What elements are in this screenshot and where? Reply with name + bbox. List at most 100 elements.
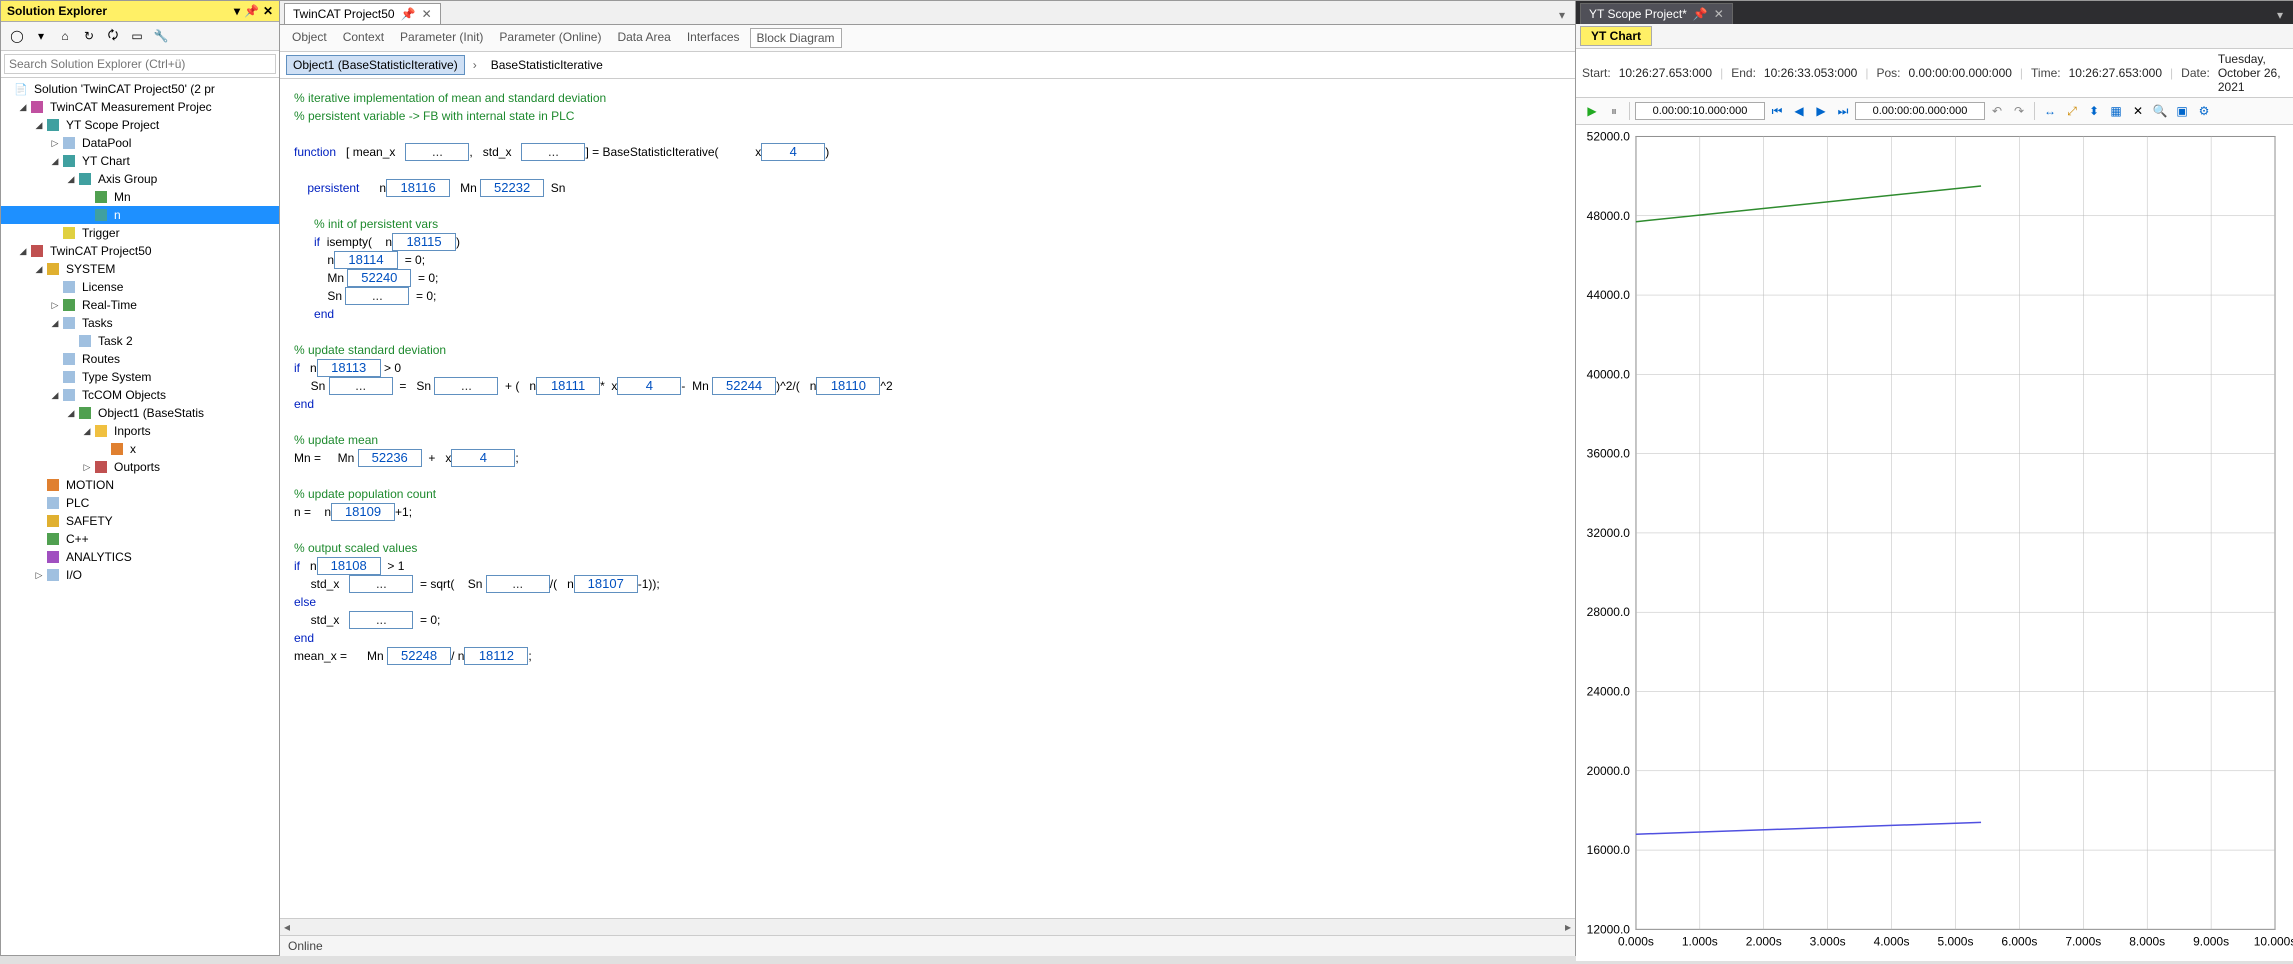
plc-node[interactable]: PLC — [1, 494, 279, 512]
code-editor[interactable]: % iterative implementation of mean and s… — [280, 79, 1575, 918]
value-box[interactable]: 18107 — [574, 575, 638, 593]
trigger-node[interactable]: Trigger — [1, 224, 279, 242]
scope-tab[interactable]: YT Scope Project* 📌 ✕ — [1580, 3, 1733, 24]
tab-context[interactable]: Context — [337, 28, 390, 48]
pan-icon[interactable]: ↔ — [2040, 101, 2060, 121]
scope-project-node[interactable]: ◢YT Scope Project — [1, 116, 279, 134]
layers-icon[interactable]: ▣ — [2172, 101, 2192, 121]
tab-interfaces[interactable]: Interfaces — [681, 28, 746, 48]
chart-plot[interactable]: 12000.016000.020000.024000.028000.032000… — [1576, 125, 2293, 961]
task2-node[interactable]: Task 2 — [1, 332, 279, 350]
value-box[interactable]: 52232 — [480, 179, 544, 197]
value-box[interactable]: 18111 — [536, 377, 600, 395]
typesystem-node[interactable]: Type System — [1, 368, 279, 386]
home-icon[interactable]: ⌂ — [55, 26, 75, 46]
tab-block-diagram[interactable]: Block Diagram — [750, 28, 842, 48]
x-node[interactable]: x — [1, 440, 279, 458]
props-icon[interactable]: ▭ — [127, 26, 147, 46]
wrench-icon[interactable]: 🔧 — [151, 26, 171, 46]
inports-node[interactable]: ◢Inports — [1, 422, 279, 440]
realtime-node[interactable]: ▷Real-Time — [1, 296, 279, 314]
value-box[interactable]: 4 — [761, 143, 825, 161]
obj1-node[interactable]: ◢Object1 (BaseStatis — [1, 404, 279, 422]
search-input[interactable] — [4, 54, 276, 74]
license-node[interactable]: License — [1, 278, 279, 296]
close-tab-icon[interactable]: ✕ — [1714, 7, 1724, 21]
ytchart-node[interactable]: ◢YT Chart — [1, 152, 279, 170]
redo-icon[interactable]: ↷ — [2009, 101, 2029, 121]
value-box[interactable]: 18109 — [331, 503, 395, 521]
nav-back-icon[interactable]: ◯ — [7, 26, 27, 46]
value-box[interactable]: 4 — [451, 449, 515, 467]
n-node[interactable]: n — [1, 206, 279, 224]
value-box[interactable]: ... — [349, 575, 413, 593]
tab-dropdown-icon[interactable]: ▾ — [2271, 6, 2289, 24]
cpp-node[interactable]: C++ — [1, 530, 279, 548]
routes-node[interactable]: Routes — [1, 350, 279, 368]
nav-fwd-icon[interactable]: ▾ — [31, 26, 51, 46]
value-box[interactable]: 4 — [617, 377, 681, 395]
value-box[interactable]: 52244 — [712, 377, 776, 395]
solution-root-node[interactable]: 📄Solution 'TwinCAT Project50' (2 pr — [1, 80, 279, 98]
value-box[interactable]: ... — [329, 377, 393, 395]
sync-icon[interactable]: ↻ — [79, 26, 99, 46]
tab-object[interactable]: Object — [286, 28, 333, 48]
mn-node[interactable]: Mn — [1, 188, 279, 206]
value-box[interactable]: ... — [434, 377, 498, 395]
time-input-1[interactable] — [1635, 102, 1765, 120]
value-box[interactable]: ... — [521, 143, 585, 161]
zoom-x-icon[interactable]: ⤢ — [2062, 101, 2082, 121]
solution-tree[interactable]: 📄Solution 'TwinCAT Project50' (2 pr ◢Twi… — [1, 78, 279, 955]
chart-tab[interactable]: YT Chart — [1580, 26, 1652, 46]
zoom-icon[interactable]: 🔍 — [2150, 101, 2170, 121]
skip-end-icon[interactable]: ⏭ — [1833, 101, 1853, 121]
chart-grid-icon[interactable]: ▦ — [2106, 101, 2126, 121]
undo-icon[interactable]: ↶ — [1987, 101, 2007, 121]
horizontal-scrollbar[interactable]: ◂▸ — [280, 918, 1575, 935]
value-box[interactable]: 18115 — [392, 233, 456, 251]
system-node[interactable]: ◢SYSTEM — [1, 260, 279, 278]
value-box[interactable]: 18116 — [386, 179, 450, 197]
breadcrumb-item-2[interactable]: BaseStatisticIterative — [485, 56, 609, 74]
tc-project-node[interactable]: ◢TwinCAT Project50 — [1, 242, 279, 260]
chart-config-icon[interactable]: ⚙ — [2194, 101, 2214, 121]
value-box[interactable]: ... — [349, 611, 413, 629]
step-back-icon[interactable]: ◀ — [1789, 101, 1809, 121]
close-icon[interactable]: ✕ — [263, 4, 273, 18]
value-box[interactable]: 18114 — [334, 251, 398, 269]
pin-tab-icon[interactable]: 📌 — [401, 7, 416, 21]
tab-param-online[interactable]: Parameter (Online) — [493, 28, 607, 48]
dropdown-icon[interactable]: ▾ — [234, 4, 240, 18]
breadcrumb-item-1[interactable]: Object1 (BaseStatisticIterative) — [286, 55, 465, 75]
outports-node[interactable]: ▷Outports — [1, 458, 279, 476]
value-box[interactable]: ... — [345, 287, 409, 305]
chart-y-icon[interactable]: ⬍ — [2084, 101, 2104, 121]
value-box[interactable]: 18112 — [464, 647, 528, 665]
play-icon[interactable]: ▶ — [1582, 101, 1602, 121]
value-box[interactable]: ... — [405, 143, 469, 161]
time-input-2[interactable] — [1855, 102, 1985, 120]
analytics-node[interactable]: ANALYTICS — [1, 548, 279, 566]
pin-icon[interactable]: 📌 — [244, 4, 259, 18]
value-box[interactable]: 52248 — [387, 647, 451, 665]
tasks-node[interactable]: ◢Tasks — [1, 314, 279, 332]
tccom-node[interactable]: ◢TcCOM Objects — [1, 386, 279, 404]
refresh-icon[interactable]: 🗘 — [103, 26, 123, 46]
pin-tab-icon[interactable]: 📌 — [1693, 7, 1708, 21]
value-box[interactable]: 18108 — [317, 557, 381, 575]
io-node[interactable]: ▷I/O — [1, 566, 279, 584]
datapool-node[interactable]: ▷DataPool — [1, 134, 279, 152]
safety-node[interactable]: SAFETY — [1, 512, 279, 530]
chart-cross-icon[interactable]: ✕ — [2128, 101, 2148, 121]
pause-icon[interactable]: ⏸ — [1604, 101, 1624, 121]
tab-dropdown-icon[interactable]: ▾ — [1553, 6, 1571, 24]
document-tab[interactable]: TwinCAT Project50 📌 ✕ — [284, 3, 441, 24]
tab-data-area[interactable]: Data Area — [611, 28, 676, 48]
value-box[interactable]: 18113 — [317, 359, 381, 377]
tab-param-init[interactable]: Parameter (Init) — [394, 28, 489, 48]
skip-start-icon[interactable]: ⏮ — [1767, 101, 1787, 121]
value-box[interactable]: 52240 — [347, 269, 411, 287]
value-box[interactable]: 52236 — [358, 449, 422, 467]
meas-project-node[interactable]: ◢TwinCAT Measurement Projec — [1, 98, 279, 116]
motion-node[interactable]: MOTION — [1, 476, 279, 494]
